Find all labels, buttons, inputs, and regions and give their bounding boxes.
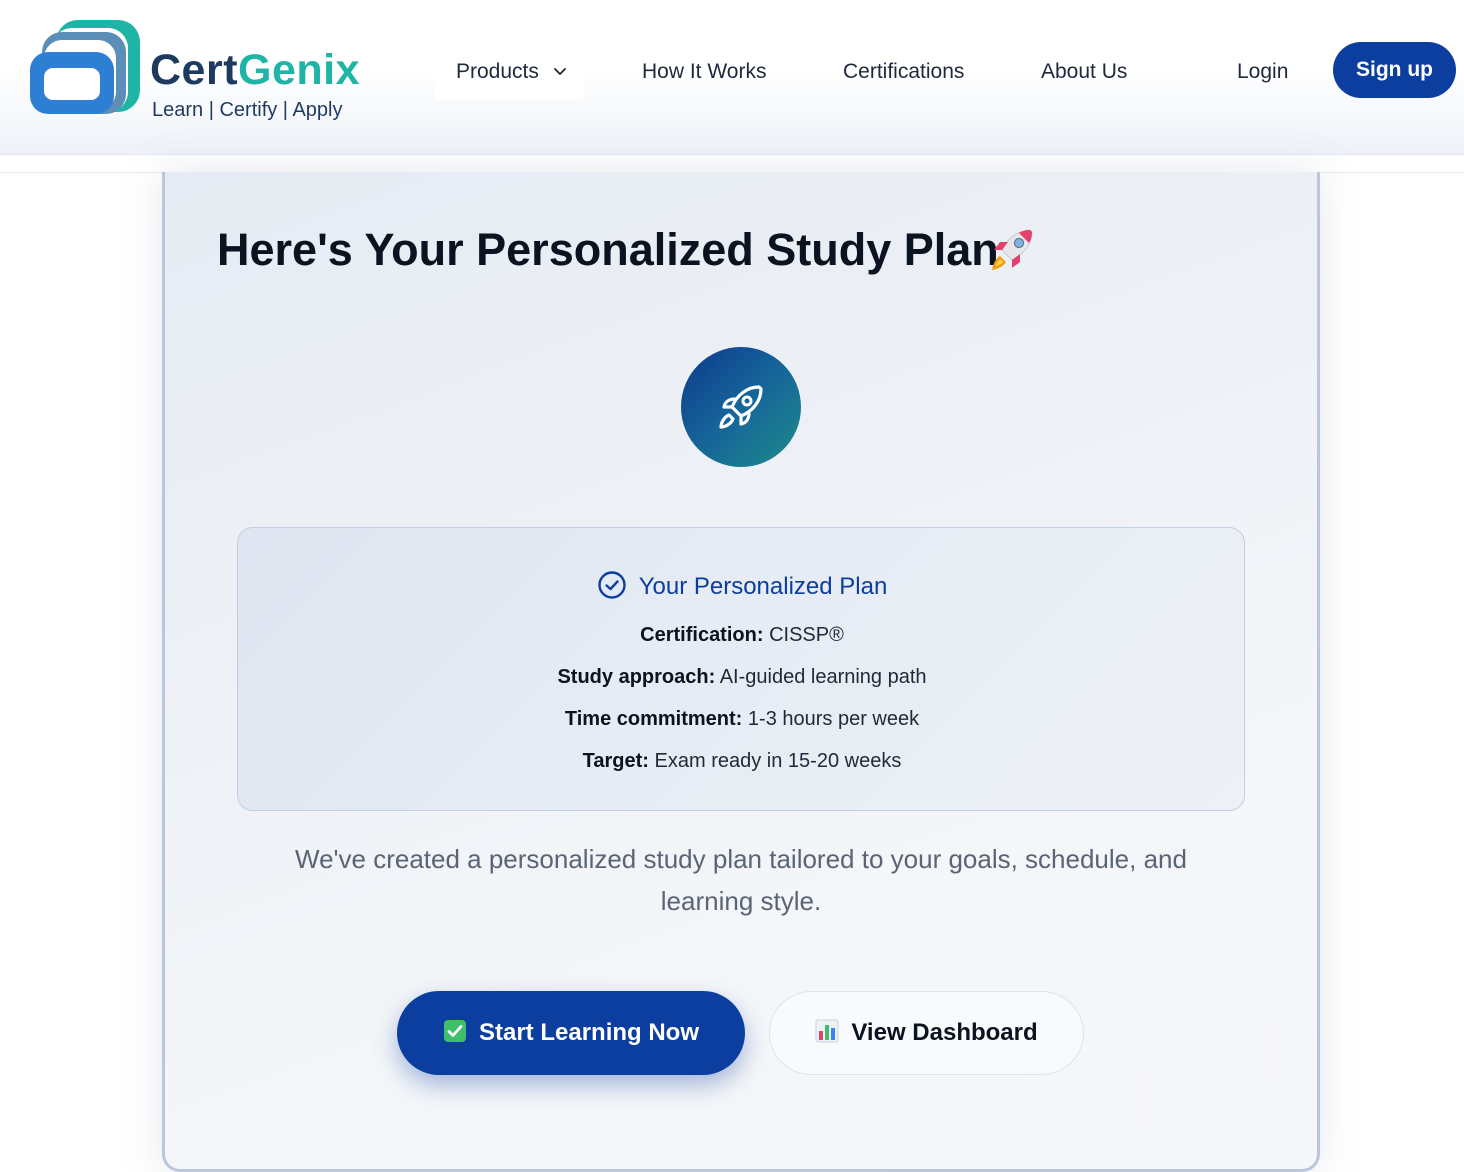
bar-chart-icon [815,1019,839,1043]
check-box-icon [443,1020,466,1042]
brand-name: CertGenix [150,46,360,94]
view-dashboard-button[interactable]: View Dashboard [769,991,1084,1075]
plan-row-value: Exam ready in 15-20 weeks [654,750,902,772]
hero-rocket-badge [681,347,801,467]
rocket-emoji-icon [992,229,1033,270]
brand-logo[interactable]: CertGenix Learn | Certify | Apply [28,18,368,128]
plan-row-label: Time commitment: [564,708,743,730]
chevron-down-icon [553,68,566,76]
start-learning-button[interactable]: Start Learning Now [397,991,745,1075]
signup-button[interactable]: Sign up [1333,42,1456,98]
certgenix-logo-icon [30,20,140,114]
nav-certifications[interactable]: Certifications [843,57,964,87]
nav-products-label: Products [456,60,539,83]
plan-summary-box: Your Personalized Plan Certification: CI… [237,527,1245,811]
plan-row-label: Study approach: [557,666,716,688]
plan-row-value: 1-3 hours per week [747,708,920,730]
plan-row-value: AI-guided learning path [719,666,927,688]
plan-heading-text: Your Personalized Plan [638,573,888,600]
plan-row-label: Target: [582,750,649,772]
nav-products[interactable]: Products [434,44,584,100]
nav-about-us[interactable]: About Us [1041,57,1127,87]
view-dashboard-label: View Dashboard [851,1019,1038,1046]
brand-name-cert: Cert [150,46,239,94]
login-link[interactable]: Login [1237,57,1288,87]
page-title: Here's Your Personalized Study Plan [217,224,999,275]
plan-row-study-approach: Study approach: AI-guided learning path [238,663,1246,691]
brand-name-genix: Genix [238,46,361,94]
site-header: CertGenix Learn | Certify | Apply Produc… [0,0,1464,155]
plan-row-label: Certification: [640,624,764,646]
plan-row-time-commitment: Time commitment: 1-3 hours per week [238,705,1246,733]
plan-description: We've created a personalized study plan … [295,844,1187,916]
start-learning-label: Start Learning Now [478,1019,700,1046]
check-circle-icon [597,571,626,599]
brand-tagline: Learn | Certify | Apply [152,99,343,121]
plan-row-value: CISSP® [769,624,844,646]
plan-heading: Your Personalized Plan [238,570,1246,602]
rocket-icon [719,385,763,429]
plan-row-target: Target: Exam ready in 15-20 weeks [238,747,1246,775]
nav-how-it-works[interactable]: How It Works [642,57,766,87]
plan-row-certification: Certification: CISSP® [238,621,1246,649]
